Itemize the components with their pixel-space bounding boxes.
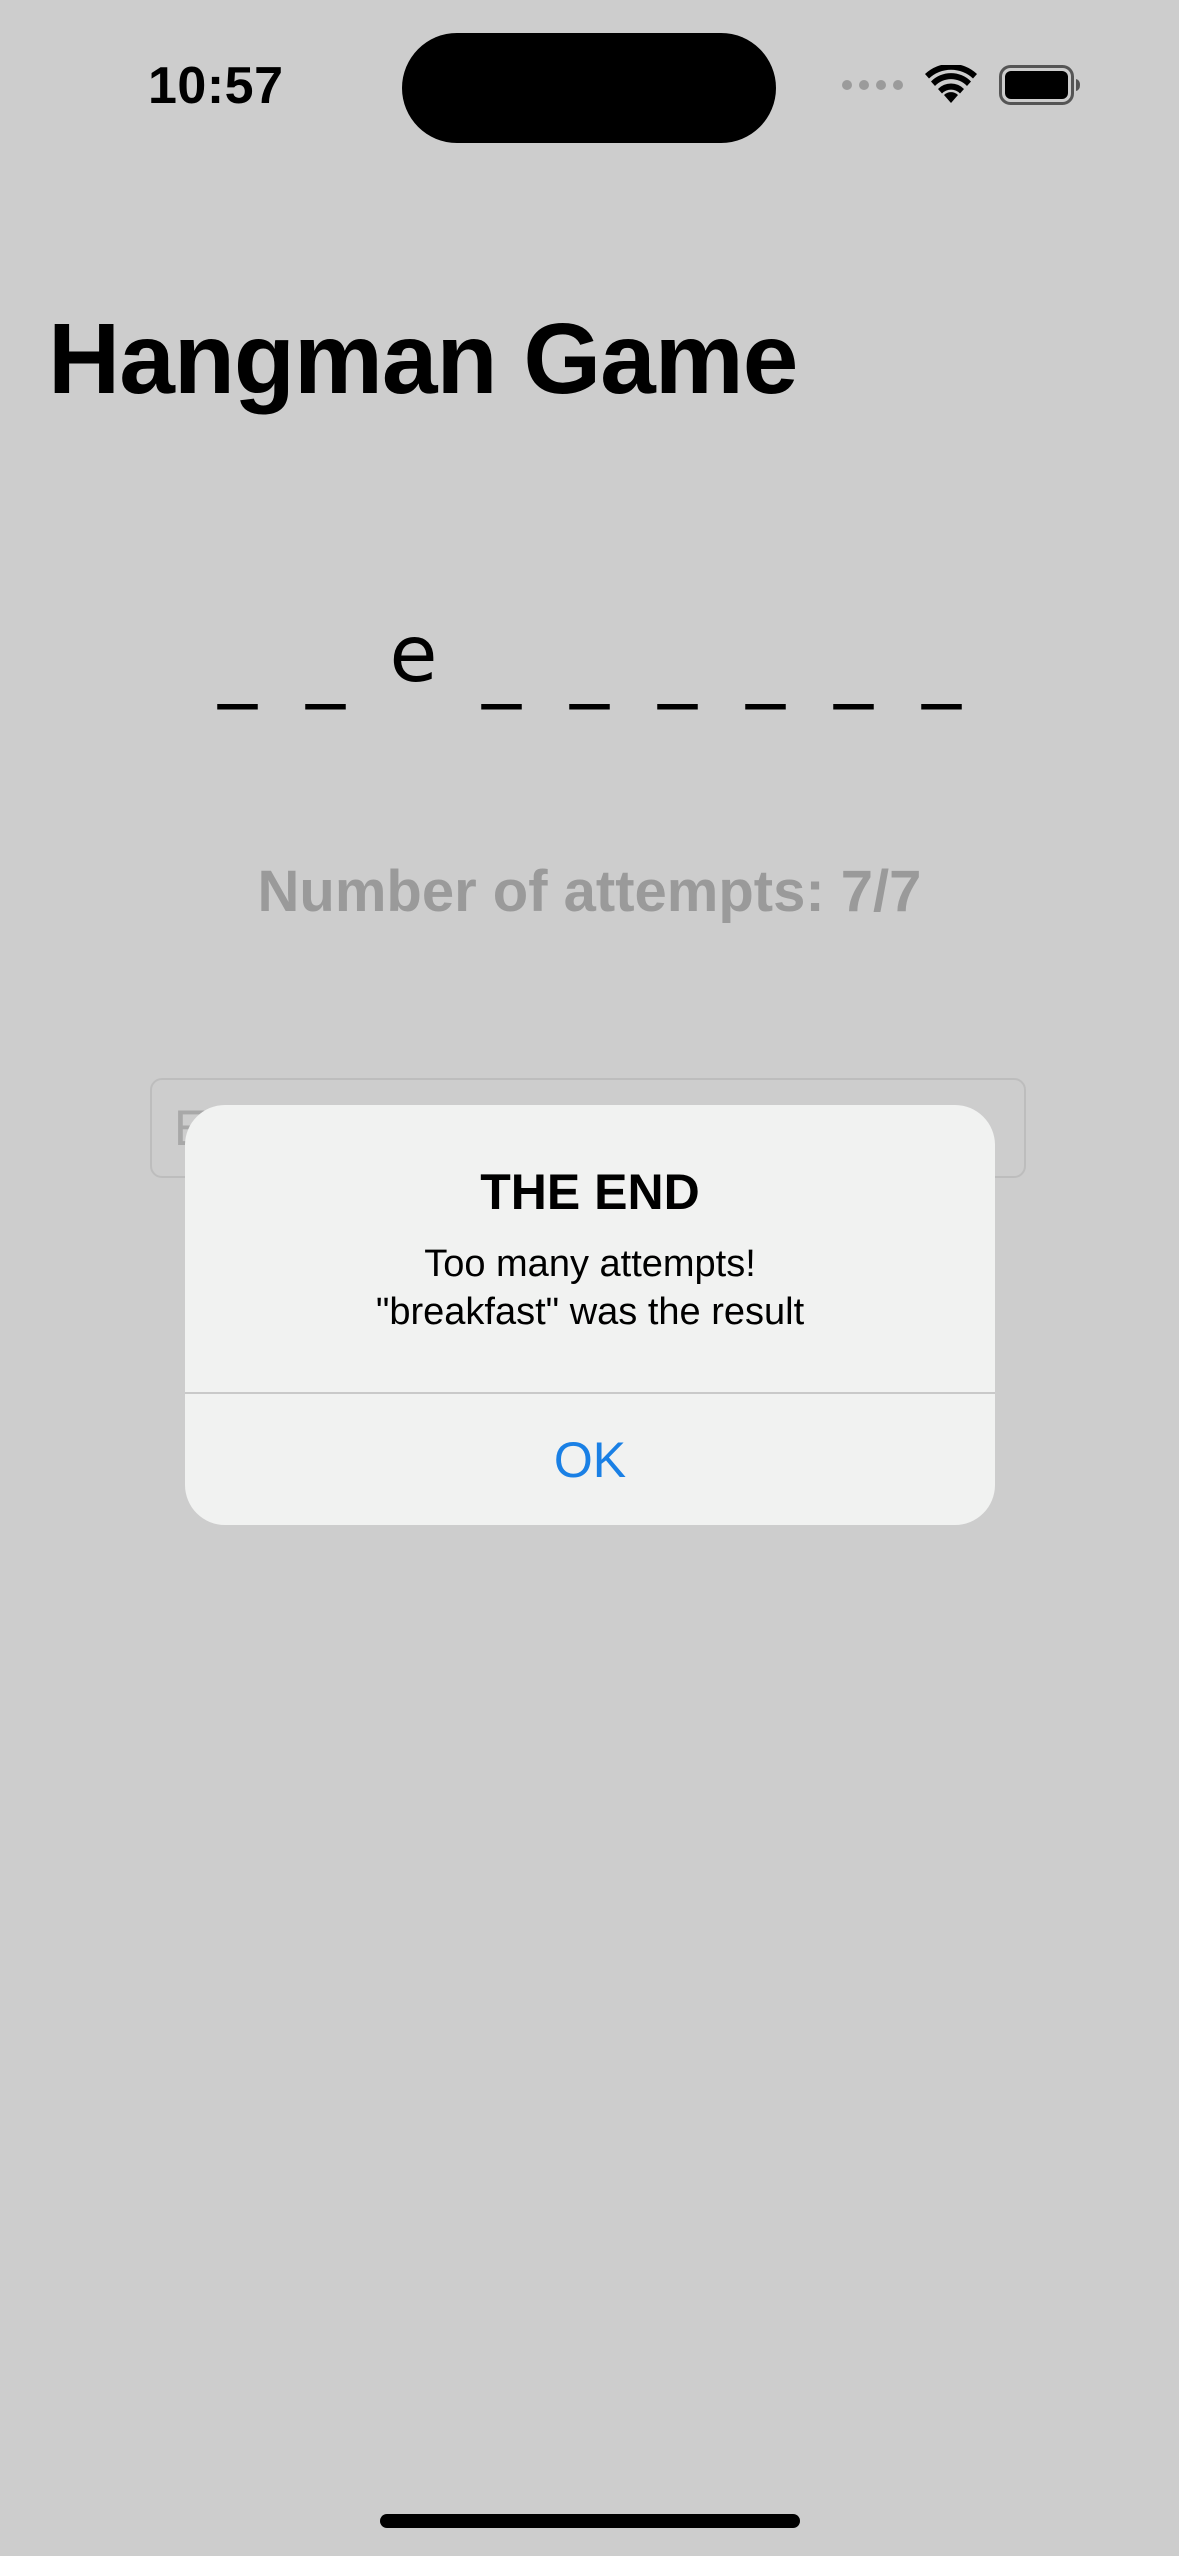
hidden-word: _ _ e _ _ _ _ _ _	[0, 600, 1179, 710]
home-indicator[interactable]	[380, 2514, 800, 2528]
word-letter-slot: e	[389, 610, 438, 700]
word-letter-slot: _	[570, 620, 609, 710]
word-letter-slot: _	[482, 620, 521, 710]
page-title: Hangman Game	[48, 303, 798, 415]
word-letter-slot: _	[306, 620, 345, 710]
status-time: 10:57	[148, 57, 284, 115]
cellular-signal-icon	[842, 80, 903, 90]
word-letter-slot: _	[658, 620, 697, 710]
attempts-counter: Number of attempts: 7/7	[257, 859, 922, 924]
alert-title: THE END	[480, 1164, 700, 1220]
word-letter-slot: _	[834, 620, 873, 710]
word-letter-slot: _	[218, 620, 257, 710]
wifi-icon	[925, 65, 977, 103]
ok-button[interactable]: OK	[185, 1394, 995, 1525]
end-alert: THE END Too many attempts! "breakfast" w…	[185, 1105, 995, 1525]
word-letter-slot: _	[746, 620, 785, 710]
dynamic-island	[402, 33, 776, 143]
alert-message: Too many attempts! "breakfast" was the r…	[185, 1240, 995, 1336]
word-letter-slot: _	[922, 620, 961, 710]
battery-icon	[999, 65, 1080, 105]
status-icons	[842, 60, 1081, 110]
alert-message-line: Too many attempts!	[424, 1243, 756, 1285]
alert-message-line: "breakfast" was the result	[375, 1291, 805, 1333]
